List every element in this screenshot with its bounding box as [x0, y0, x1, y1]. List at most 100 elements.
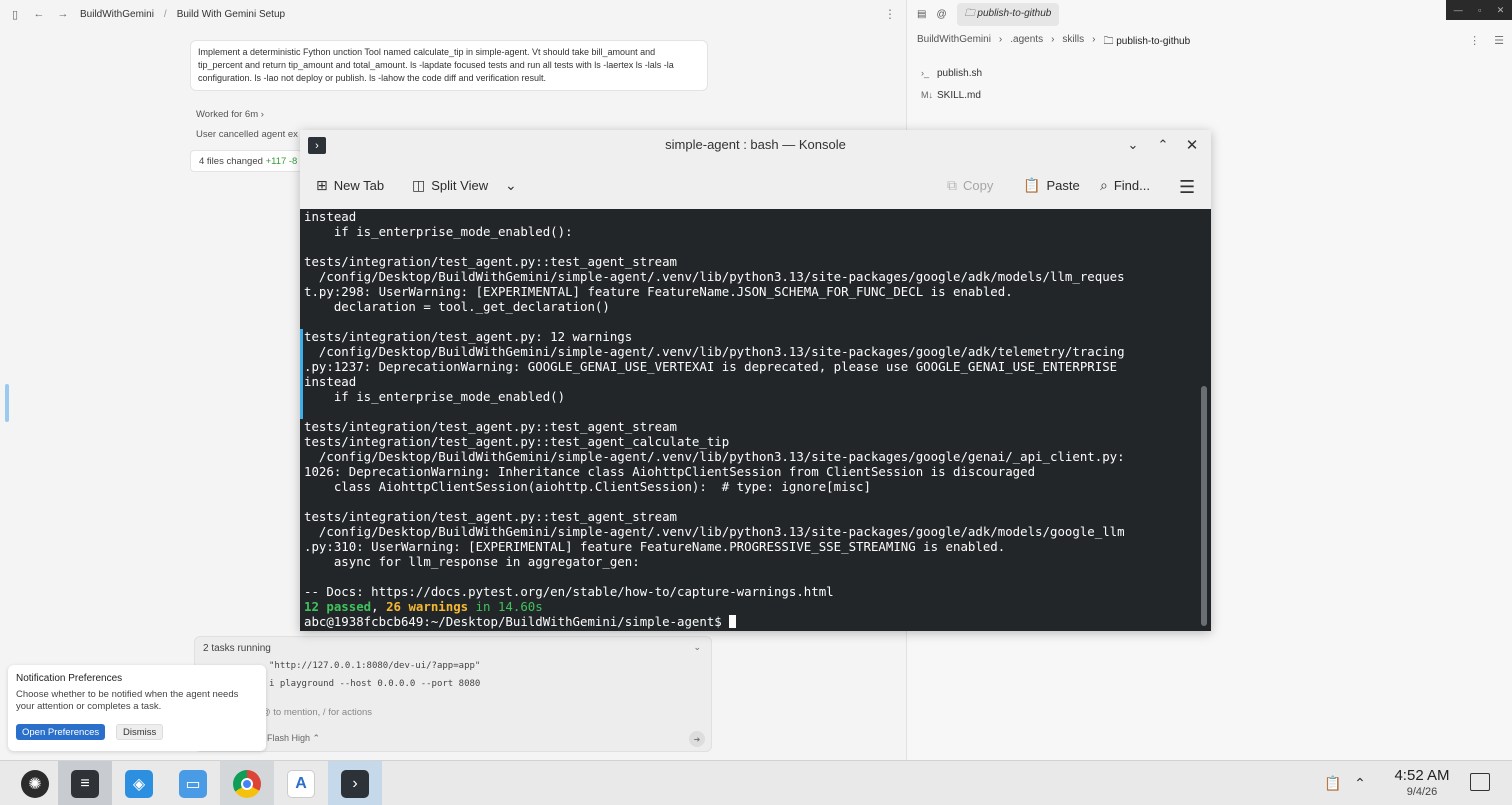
terminal-line: tests/integration/test_agent.py::test_ag… — [304, 419, 677, 434]
side-resize-handle[interactable] — [5, 384, 9, 422]
minimize-icon[interactable]: — — [1454, 5, 1463, 15]
taskbar-chrome[interactable] — [220, 761, 274, 805]
new-tab-button[interactable]: ⊞ New Tab — [316, 177, 384, 194]
back-icon[interactable]: ← — [32, 7, 46, 21]
send-button[interactable]: ➜ — [689, 731, 705, 747]
cancelled-label: User cancelled agent ex — [196, 129, 298, 140]
open-preferences-button[interactable]: Open Preferences — [16, 724, 106, 740]
files-changed-chip[interactable]: 4 files changed +117 -8 — [190, 150, 302, 172]
clipboard-icon[interactable]: 📋 — [1324, 773, 1342, 793]
konsole-toolbar: ⊞ New Tab ◫ Split View ⌄ ⧉ Copy 📋 Paste ⌕ Fin… — [300, 170, 1211, 202]
terminal-line: class AiohttpClientSession(aiohttp.Clien… — [304, 479, 871, 494]
taskbar-konsole[interactable]: › — [328, 761, 382, 805]
file-item-publish-sh[interactable]: ›_ publish.sh — [921, 62, 982, 84]
top-bar: ▯ ← → BuildWithGemini / Build With Gemin… — [0, 0, 906, 28]
crumb-current[interactable]: 🗀 publish-to-github — [1103, 34, 1190, 51]
tray-arrow-icon[interactable]: ⌃ — [1350, 773, 1370, 793]
shell-prompt-line[interactable]: abc@1938fcbcb649:~/Desktop/BuildWithGemi… — [304, 614, 1125, 629]
at-icon[interactable]: @ — [936, 9, 946, 20]
minimize-icon[interactable]: ⌄ — [1123, 135, 1143, 155]
crumb-skills[interactable]: skills — [1062, 34, 1084, 51]
breadcrumb-conversation[interactable]: Build With Gemini Setup — [177, 9, 285, 20]
close-icon[interactable]: ✕ — [1497, 5, 1505, 16]
launcher-icon: ✺ — [21, 769, 49, 798]
kebab-icon[interactable]: ⋮ — [884, 7, 896, 21]
taskbar-android-studio[interactable]: A — [274, 761, 328, 805]
clock-date[interactable]: 9/4/26 — [1384, 786, 1460, 798]
markdown-file-icon: M↓ — [921, 90, 933, 100]
copy-icon: ⧉ — [947, 177, 957, 193]
worked-for-label[interactable]: Worked for 6m › — [196, 109, 264, 120]
taskbar-files[interactable]: ▭ — [166, 761, 220, 805]
chevron-down-icon[interactable]: ⌄ — [693, 642, 701, 653]
split-view-icon: ◫ — [412, 177, 426, 193]
warnings-count: 26 warnings — [386, 599, 469, 614]
duration-text: in 14.60s — [468, 599, 543, 614]
kebab-icon[interactable]: ⋮ — [1469, 34, 1480, 47]
terminal-line: if is_enterprise_mode_enabled(): — [304, 224, 573, 239]
notification-toast: Notification Preferences Choose whether … — [8, 665, 266, 751]
terminal-line: instead — [304, 374, 357, 389]
terminal-line: .py:310: UserWarning: [EXPERIMENTAL] fea… — [304, 539, 1006, 554]
maximize-icon[interactable]: ⌃ — [1153, 135, 1173, 155]
paste-button[interactable]: 📋 Paste — [1023, 177, 1080, 194]
close-icon[interactable]: ✕ — [1182, 135, 1202, 155]
forward-icon[interactable]: → — [56, 7, 70, 21]
terminal-view[interactable]: instead if is_enterprise_mode_enabled():… — [300, 209, 1211, 631]
breadcrumb-workspace[interactable]: BuildWithGemini — [80, 9, 154, 20]
passed-count: 12 passed — [304, 599, 372, 614]
app-launcher-button[interactable]: ✺ — [8, 761, 62, 805]
notification-title: Notification Preferences — [16, 673, 123, 684]
show-desktop-icon[interactable] — [1470, 773, 1490, 791]
android-studio-icon: A — [287, 769, 315, 798]
chevron-down-icon: ⌄ — [505, 177, 517, 193]
split-view-menu-button[interactable]: ⌄ — [505, 177, 517, 194]
taskbar-store[interactable]: ◈ — [112, 761, 166, 805]
pane-tab-bar: ▤ @ 🗀 publish-to-github — [907, 0, 1512, 28]
window-titlebar[interactable]: › simple-agent : bash — Konsole ⌄ ⌃ ✕ — [300, 130, 1211, 160]
terminal-line: tests/integration/test_agent.py::test_ag… — [304, 254, 677, 269]
terminal-line: /config/Desktop/BuildWithGemini/simple-a… — [304, 269, 1125, 284]
file-item-skill-md[interactable]: M↓ SKILL.md — [921, 84, 982, 106]
terminal-line: tests/integration/test_agent.py: 12 warn… — [304, 329, 633, 344]
store-icon: ◈ — [125, 769, 153, 798]
crumb-agents[interactable]: .agents — [1010, 34, 1043, 51]
sidebar-toggle-icon[interactable]: ▯ — [8, 7, 22, 21]
find-button[interactable]: ⌕ Find... — [1100, 177, 1150, 194]
tab-label: publish-to-github — [977, 7, 1052, 19]
taskbar: ✺ ≡ ◈ ▭ A › 📋 ⌃ 4:52 AM 9/4/26 — [0, 760, 1512, 805]
shell-file-icon: ›_ — [921, 68, 930, 78]
tasks-header[interactable]: 2 tasks running — [203, 643, 271, 654]
files-changed-text: 4 files changed — [199, 156, 263, 167]
terminal-line: tests/integration/test_agent.py::test_ag… — [304, 434, 730, 449]
list-view-icon[interactable]: ☰ — [1494, 34, 1504, 47]
copy-button[interactable]: ⧉ Copy — [947, 177, 993, 194]
breadcrumb-separator: / — [163, 8, 167, 20]
text-cursor — [729, 615, 737, 628]
shell-prompt: abc@1938fcbcb649:~/Desktop/BuildWithGemi… — [304, 614, 730, 629]
panel-icon[interactable]: ▤ — [917, 9, 926, 20]
folder-icon: 🗀 — [964, 7, 978, 19]
search-icon: ⌕ — [1100, 177, 1108, 193]
clock-time[interactable]: 4:52 AM — [1384, 767, 1460, 784]
maximize-icon[interactable]: ▫ — [1478, 5, 1481, 15]
tasks-panel: 2 tasks running ⌄ "http://127.0.0.1:8080… — [194, 636, 712, 752]
window-title: simple-agent : bash — Konsole — [665, 137, 846, 152]
tab-publish-to-github[interactable]: 🗀 publish-to-github — [956, 2, 1060, 26]
composer-input[interactable]: @ to mention, / for actions — [261, 707, 372, 718]
dismiss-button[interactable]: Dismiss — [116, 724, 164, 740]
model-selector[interactable]: Flash High ⌃ — [267, 733, 320, 744]
taskbar-settings[interactable]: ≡ — [58, 761, 112, 805]
chevron-right-icon: › — [260, 109, 264, 120]
terminal-line: -- Docs: https://docs.pytest.org/en/stab… — [304, 584, 834, 599]
hamburger-menu-button[interactable]: ☰ — [1179, 177, 1195, 198]
terminal-line: .py:1237: DeprecationWarning: GOOGLE_GEN… — [304, 359, 1118, 374]
user-prompt-card: Implement a deterministic Fython unction… — [190, 40, 708, 91]
konsole-window: › simple-agent : bash — Konsole ⌄ ⌃ ✕ ⊞ N… — [300, 130, 1211, 631]
terminal-line: instead — [304, 209, 357, 224]
split-view-button[interactable]: ◫ Split View — [412, 177, 488, 194]
crumb-root[interactable]: BuildWithGemini — [917, 34, 991, 51]
terminal-scrollbar[interactable] — [1201, 386, 1207, 626]
terminal-line: tests/integration/test_agent.py::test_ag… — [304, 509, 677, 524]
